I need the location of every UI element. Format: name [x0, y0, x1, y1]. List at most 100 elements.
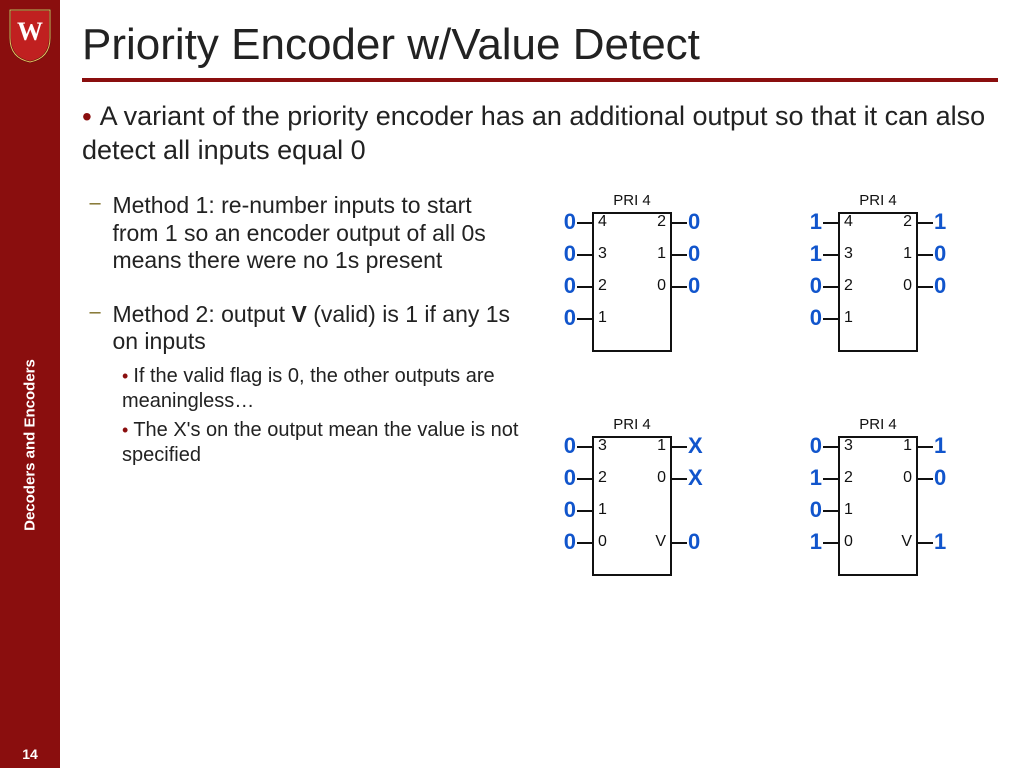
- output-value: 1: [934, 433, 946, 459]
- pin-wire: [917, 446, 933, 448]
- page-title: Priority Encoder w/Value Detect: [82, 20, 998, 76]
- output-value: 0: [934, 465, 946, 491]
- pin-wire: [671, 254, 687, 256]
- pin-wire: [917, 222, 933, 224]
- pin-label-left: 3: [844, 245, 853, 263]
- pin-label-right: 1: [903, 437, 912, 455]
- output-value: 0: [934, 273, 946, 299]
- sidebar: W Decoders and Encoders 14: [0, 0, 60, 768]
- input-value: 0: [810, 273, 822, 299]
- pin-label-left: 1: [598, 309, 607, 327]
- pin-label-right: 2: [657, 213, 666, 231]
- pin-label-right: 0: [657, 277, 666, 295]
- output-value: 0: [688, 241, 700, 267]
- pin-label-left: 2: [844, 277, 853, 295]
- input-value: 0: [564, 465, 576, 491]
- pin-wire: [823, 542, 839, 544]
- pin-wire: [577, 254, 593, 256]
- pri-block: PRI 440302010201000: [522, 192, 742, 392]
- pri-block-label: PRI 4: [768, 416, 988, 433]
- bullet-top: A variant of the priority encoder has an…: [82, 101, 985, 165]
- pri-block-grid: PRI 440302010201000PRI 441312010211000PR…: [522, 192, 998, 626]
- input-value: 1: [810, 529, 822, 555]
- page-number: 14: [0, 746, 60, 762]
- pin-wire: [823, 254, 839, 256]
- input-value: 0: [564, 209, 576, 235]
- pri-block: PRI 4302110011100V1: [768, 416, 988, 616]
- pin-wire: [671, 446, 687, 448]
- uw-crest-icon: W: [8, 8, 52, 69]
- pin-wire: [577, 222, 593, 224]
- pin-label-left: 3: [844, 437, 853, 455]
- pin-wire: [671, 286, 687, 288]
- pin-label-left: 1: [844, 501, 853, 519]
- pin-label-left: 1: [844, 309, 853, 327]
- input-value: 0: [564, 273, 576, 299]
- dash-icon: –: [82, 301, 108, 324]
- slide: W Decoders and Encoders 14 Priority Enco…: [0, 0, 1024, 768]
- title-rule: [82, 78, 998, 82]
- pin-label-right: 0: [657, 469, 666, 487]
- output-value: X: [688, 433, 703, 459]
- pin-wire: [917, 286, 933, 288]
- output-value: 0: [688, 209, 700, 235]
- pin-label-left: 2: [598, 277, 607, 295]
- input-value: 1: [810, 241, 822, 267]
- pin-wire: [671, 542, 687, 544]
- pin-label-right: 1: [657, 437, 666, 455]
- pin-wire: [823, 318, 839, 320]
- pri-block-label: PRI 4: [522, 192, 742, 209]
- pin-wire: [917, 254, 933, 256]
- pin-label-left: 1: [598, 501, 607, 519]
- output-value: 1: [934, 209, 946, 235]
- output-value: X: [688, 465, 703, 491]
- pin-wire: [577, 510, 593, 512]
- input-value: 0: [564, 529, 576, 555]
- left-column: – Method 1: re-number inputs to start fr…: [82, 192, 522, 626]
- pin-label-left: 0: [844, 533, 853, 551]
- pin-label-left: 3: [598, 245, 607, 263]
- pin-wire: [577, 318, 593, 320]
- bullet-method-2-bold: V: [291, 301, 306, 327]
- subbullet-valid-flag: If the valid flag is 0, the other output…: [122, 365, 495, 412]
- pri-block-label: PRI 4: [522, 416, 742, 433]
- pin-label-right: V: [901, 533, 912, 551]
- pin-wire: [823, 478, 839, 480]
- bullet-method-2-pre: Method 2: output: [112, 301, 291, 327]
- pin-label-left: 0: [598, 533, 607, 551]
- pri-block: PRI 4302010001X0XV0: [522, 416, 742, 616]
- input-value: 0: [810, 305, 822, 331]
- dash-icon: –: [82, 192, 108, 215]
- pin-wire: [917, 542, 933, 544]
- output-value: 0: [934, 241, 946, 267]
- bullet-method-1: Method 1: re-number inputs to start from…: [112, 192, 512, 275]
- pin-label-right: 2: [903, 213, 912, 231]
- pin-label-right: V: [655, 533, 666, 551]
- input-value: 0: [810, 497, 822, 523]
- pin-wire: [823, 446, 839, 448]
- svg-text:W: W: [17, 17, 43, 46]
- pin-label-left: 2: [598, 469, 607, 487]
- input-value: 1: [810, 209, 822, 235]
- pin-label-right: 0: [903, 277, 912, 295]
- input-value: 0: [564, 433, 576, 459]
- input-value: 0: [564, 241, 576, 267]
- slide-body: Priority Encoder w/Value Detect A varian…: [60, 0, 1024, 768]
- bullet-list: A variant of the priority encoder has an…: [82, 100, 998, 166]
- output-value: 0: [688, 529, 700, 555]
- pin-wire: [823, 286, 839, 288]
- pin-wire: [577, 542, 593, 544]
- pin-label-right: 1: [657, 245, 666, 263]
- pin-label-left: 4: [598, 213, 607, 231]
- pin-label-right: 1: [903, 245, 912, 263]
- pin-wire: [577, 478, 593, 480]
- pri-block: PRI 4 4 1 3 1 2 0 1 0 2 1 1 0 0 0: [768, 192, 988, 392]
- pri-block-label: PRI 4: [768, 192, 988, 209]
- pin-label-left: 4: [844, 213, 853, 231]
- input-value: 0: [810, 433, 822, 459]
- pin-wire: [577, 446, 593, 448]
- pin-wire: [823, 222, 839, 224]
- output-value: 1: [934, 529, 946, 555]
- pin-label-left: 2: [844, 469, 853, 487]
- pin-label-left: 3: [598, 437, 607, 455]
